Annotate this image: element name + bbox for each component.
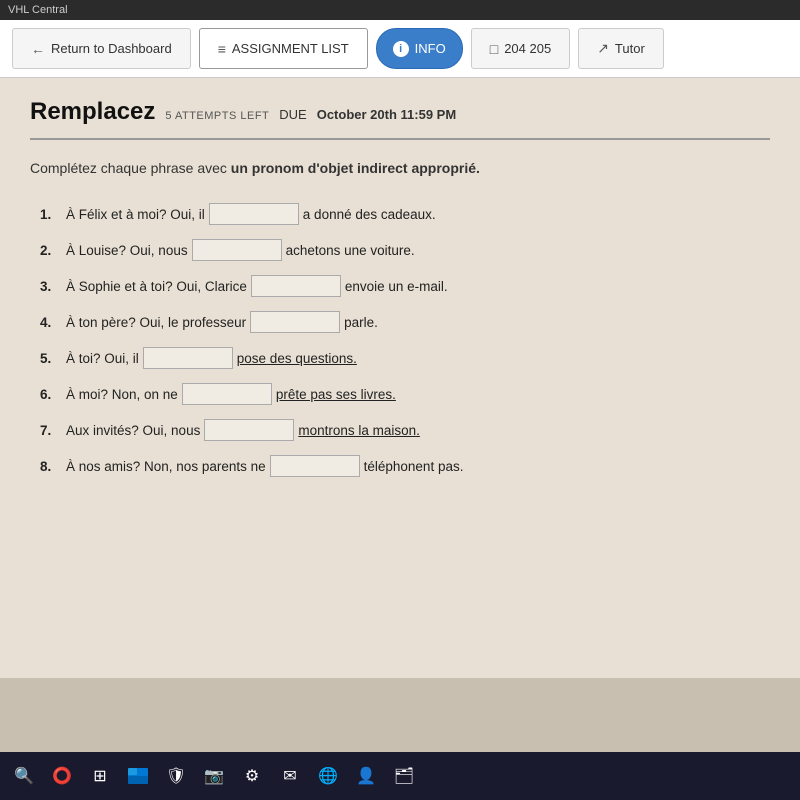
- question-number: 8.: [40, 459, 62, 474]
- due-label: DUE: [279, 107, 306, 122]
- question-number: 2.: [40, 243, 62, 258]
- user-taskbar-icon[interactable]: 👤: [350, 760, 382, 792]
- question-after: pose des questions.: [237, 351, 357, 366]
- main-content: Remplacez 5 ATTEMPTS LEFT DUE October 20…: [0, 78, 800, 678]
- list-icon: ≡: [218, 41, 226, 57]
- explorer-taskbar-icon[interactable]: [122, 760, 154, 792]
- question-before: À toi? Oui, il: [66, 351, 139, 366]
- question-after: prête pas ses livres.: [276, 387, 396, 402]
- answer-input-4[interactable]: [250, 311, 340, 333]
- edge-taskbar-icon[interactable]: 🌐: [312, 760, 344, 792]
- answer-input-5[interactable]: [143, 347, 233, 369]
- question-item: 6. À moi? Non, on ne prête pas ses livre…: [40, 383, 770, 405]
- info-icon: i: [393, 41, 409, 57]
- question-item: 7. Aux invités? Oui, nous montrons la ma…: [40, 419, 770, 441]
- question-after: téléphonent pas.: [364, 459, 464, 474]
- question-before: À Louise? Oui, nous: [66, 243, 188, 258]
- taskview-taskbar-icon[interactable]: ⊞: [84, 760, 116, 792]
- taskbar: 🔍 ⭕ ⊞ 🛡 📷 ⚙ ✉ 🌐 👤 🗂: [0, 752, 800, 800]
- question-number: 3.: [40, 279, 62, 294]
- question-number: 1.: [40, 207, 62, 222]
- question-number: 4.: [40, 315, 62, 330]
- info-button[interactable]: i INFO: [376, 28, 463, 69]
- question-before: À Sophie et à toi? Oui, Clarice: [66, 279, 247, 294]
- arrow-left-icon: ←: [31, 41, 45, 57]
- title-bar-label: VHL Central: [8, 4, 68, 16]
- question-after: a donné des cadeaux.: [303, 207, 436, 222]
- camera-taskbar-icon[interactable]: 📷: [198, 760, 230, 792]
- questions-list: 1. À Félix et à moi? Oui, il a donné des…: [30, 203, 770, 477]
- answer-input-6[interactable]: [182, 383, 272, 405]
- question-after: envoie un e-mail.: [345, 279, 448, 294]
- question-item: 3. À Sophie et à toi? Oui, Clarice envoi…: [40, 275, 770, 297]
- nav-bar: ← Return to Dashboard ≡ ASSIGNMENT LIST …: [0, 20, 800, 78]
- instruction-text: Complétez chaque phrase avec un pronom d…: [30, 158, 770, 179]
- question-before: À Félix et à moi? Oui, il: [66, 207, 205, 222]
- pages-icon: □: [490, 41, 498, 57]
- files-taskbar-icon[interactable]: 🗂: [388, 760, 420, 792]
- attempts-left: 5 ATTEMPTS LEFT: [165, 110, 269, 122]
- pages-button[interactable]: □ 204 205: [471, 28, 570, 69]
- security-taskbar-icon[interactable]: 🛡: [160, 760, 192, 792]
- return-dashboard-button[interactable]: ← Return to Dashboard: [12, 28, 191, 69]
- answer-input-3[interactable]: [251, 275, 341, 297]
- answer-input-2[interactable]: [192, 239, 282, 261]
- question-item: 1. À Félix et à moi? Oui, il a donné des…: [40, 203, 770, 225]
- title-bar: VHL Central: [0, 0, 800, 20]
- question-after: parle.: [344, 315, 378, 330]
- search-taskbar-icon[interactable]: 🔍: [8, 760, 40, 792]
- question-after: montrons la maison.: [298, 423, 420, 438]
- mail-taskbar-icon[interactable]: ✉: [274, 760, 306, 792]
- answer-input-7[interactable]: [204, 419, 294, 441]
- question-item: 4. À ton père? Oui, le professeur parle.: [40, 311, 770, 333]
- assignment-title: Remplacez: [30, 98, 155, 126]
- question-number: 5.: [40, 351, 62, 366]
- question-before: Aux invités? Oui, nous: [66, 423, 200, 438]
- tutor-icon: ↗: [597, 40, 609, 57]
- instruction-bold: un pronom d'objet indirect approprié.: [231, 160, 480, 176]
- question-item: 2. À Louise? Oui, nous achetons une voit…: [40, 239, 770, 261]
- question-item: 8. À nos amis? Non, nos parents ne télép…: [40, 455, 770, 477]
- settings-taskbar-icon[interactable]: ⚙: [236, 760, 268, 792]
- question-item: 5. À toi? Oui, il pose des questions.: [40, 347, 770, 369]
- question-number: 7.: [40, 423, 62, 438]
- question-before: À ton père? Oui, le professeur: [66, 315, 246, 330]
- answer-input-8[interactable]: [270, 455, 360, 477]
- assignment-list-button[interactable]: ≡ ASSIGNMENT LIST: [199, 28, 368, 69]
- question-number: 6.: [40, 387, 62, 402]
- tutor-button[interactable]: ↗ Tutor: [578, 28, 664, 69]
- question-before: À moi? Non, on ne: [66, 387, 178, 402]
- question-before: À nos amis? Non, nos parents ne: [66, 459, 266, 474]
- answer-input-1[interactable]: [209, 203, 299, 225]
- question-after: achetons une voiture.: [286, 243, 415, 258]
- assignment-title-row: Remplacez 5 ATTEMPTS LEFT DUE October 20…: [30, 98, 770, 126]
- due-date: October 20th 11:59 PM: [317, 107, 456, 122]
- cortana-taskbar-icon[interactable]: ⭕: [46, 760, 78, 792]
- assignment-header: Remplacez 5 ATTEMPTS LEFT DUE October 20…: [30, 98, 770, 140]
